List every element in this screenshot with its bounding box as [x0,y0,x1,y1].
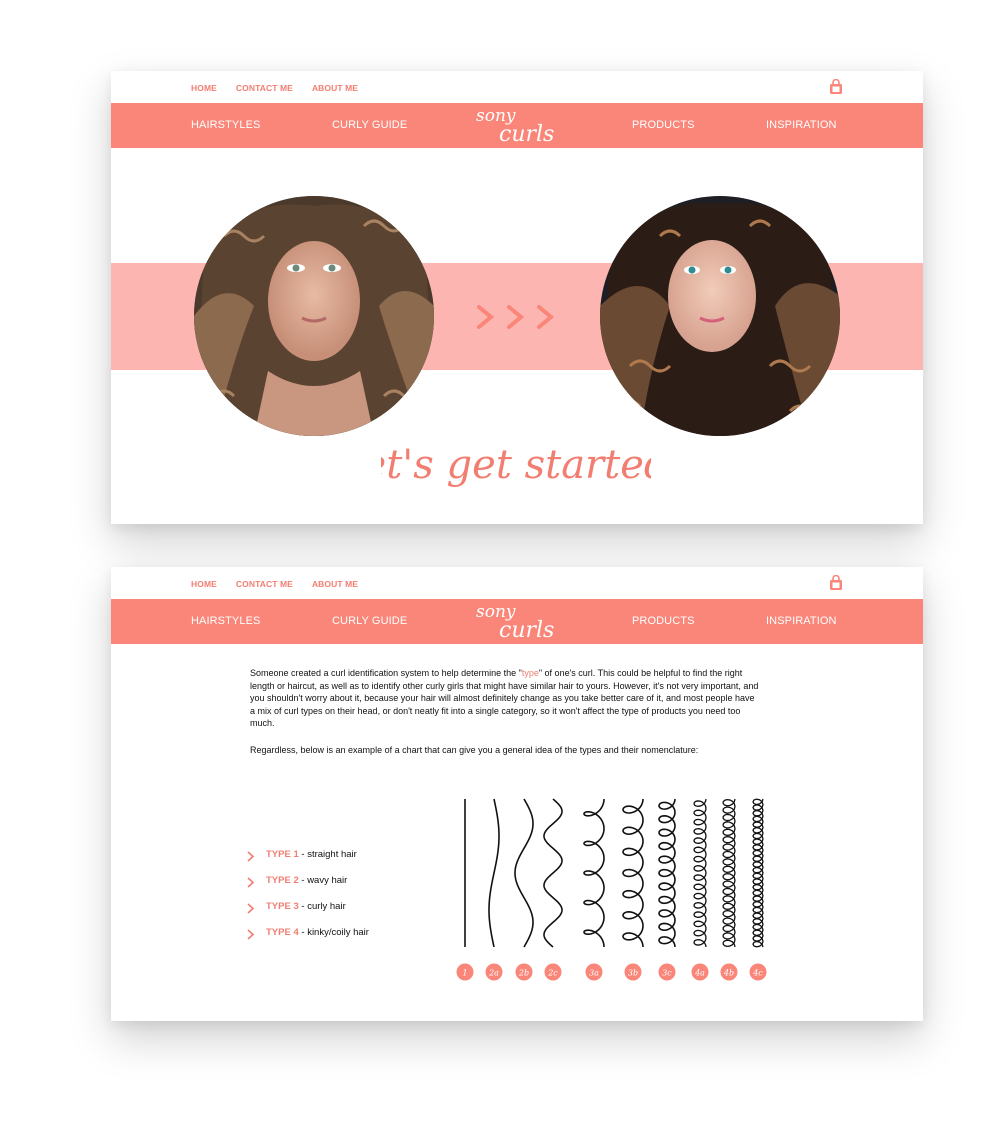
top-links: HOME CONTACT ME ABOUT ME [191,579,358,589]
chevron-right-icon [247,929,255,940]
curl-strand-2a [488,798,500,948]
curl-type-label-3a: 3a [589,969,599,978]
curl-type-label-4a: 4a [694,969,705,978]
nav-products[interactable]: PRODUCTS [632,119,695,131]
shopping-bag-icon[interactable] [829,575,843,591]
curl-type-label-4b: 4b [723,969,734,978]
lets-get-started-script: let's get started. [381,442,651,488]
arrows-icon [477,305,555,329]
curl-type-label-4c: 4c [752,969,763,978]
curl-type-label-3b: 3b [628,969,638,978]
contact-link[interactable]: CONTACT ME [236,579,293,589]
sonycurls-logo[interactable]: sony curls [471,99,571,151]
curl-type-label-2b: 2b [518,969,529,978]
contact-link[interactable]: CONTACT ME [236,83,293,93]
curl-strand-4b [722,798,736,948]
before-photo [194,196,434,436]
curl-type-label-2a: 2a [488,969,499,978]
curl-strand-2b [514,798,534,948]
type-label: TYPE 3 - curly hair [266,901,346,912]
curl-strand-2c [543,798,563,948]
top-links: HOME CONTACT ME ABOUT ME [191,83,358,93]
curl-type-chart: 1 2a 2b 2c 3a 3b 3c 4a 4b 4c [456,798,767,981]
curl-strand-3b [622,798,644,948]
chevron-right-icon [247,877,255,888]
svg-text:curls: curls [499,122,554,147]
intro-text-start: Someone created a curl identification sy… [250,668,522,678]
chevron-right-icon [247,851,255,862]
curl-strand-4c [752,798,764,948]
curly-guide-page-screenshot: HOME CONTACT ME ABOUT ME HAIRSTYLES CURL… [111,567,923,1021]
home-link[interactable]: HOME [191,579,217,589]
nav-inspiration[interactable]: INSPIRATION [766,615,837,627]
curl-strand-3a [583,798,605,948]
curl-type-label-3c: 3c [662,969,672,978]
curl-strand-3c [658,798,676,948]
nav-curly-guide[interactable]: CURLY GUIDE [332,615,407,627]
about-link[interactable]: ABOUT ME [312,83,358,93]
curl-type-label-1: 1 [462,969,467,978]
type-label: TYPE 4 - kinky/coily hair [266,927,369,938]
intro-paragraph: Someone created a curl identification sy… [250,667,760,730]
svg-text:let's get started.: let's get started. [381,442,651,488]
home-link[interactable]: HOME [191,83,217,93]
type-label: TYPE 1 - straight hair [266,849,357,860]
nav-hairstyles[interactable]: HAIRSTYLES [191,615,260,627]
main-nav: HAIRSTYLES CURLY GUIDE PRODUCTS INSPIRAT… [111,599,923,644]
type-highlight: type [521,668,539,678]
chart-intro-paragraph: Regardless, below is an example of a cha… [250,745,699,755]
main-nav: HAIRSTYLES CURLY GUIDE PRODUCTS INSPIRAT… [111,103,923,148]
type-label: TYPE 2 - wavy hair [266,875,348,886]
nav-curly-guide[interactable]: CURLY GUIDE [332,119,407,131]
after-photo [600,196,840,436]
chevron-right-icon [247,903,255,914]
nav-products[interactable]: PRODUCTS [632,615,695,627]
shopping-bag-icon[interactable] [829,79,843,95]
nav-hairstyles[interactable]: HAIRSTYLES [191,119,260,131]
curl-type-label-2c: 2c [547,969,558,978]
about-link[interactable]: ABOUT ME [312,579,358,589]
sonycurls-logo[interactable]: sony curls [471,595,571,647]
svg-text:curls: curls [499,618,554,643]
hero-page-screenshot: HOME CONTACT ME ABOUT ME HAIRSTYLES CURL… [111,71,923,524]
curl-strand-4a [693,798,707,948]
nav-inspiration[interactable]: INSPIRATION [766,119,837,131]
